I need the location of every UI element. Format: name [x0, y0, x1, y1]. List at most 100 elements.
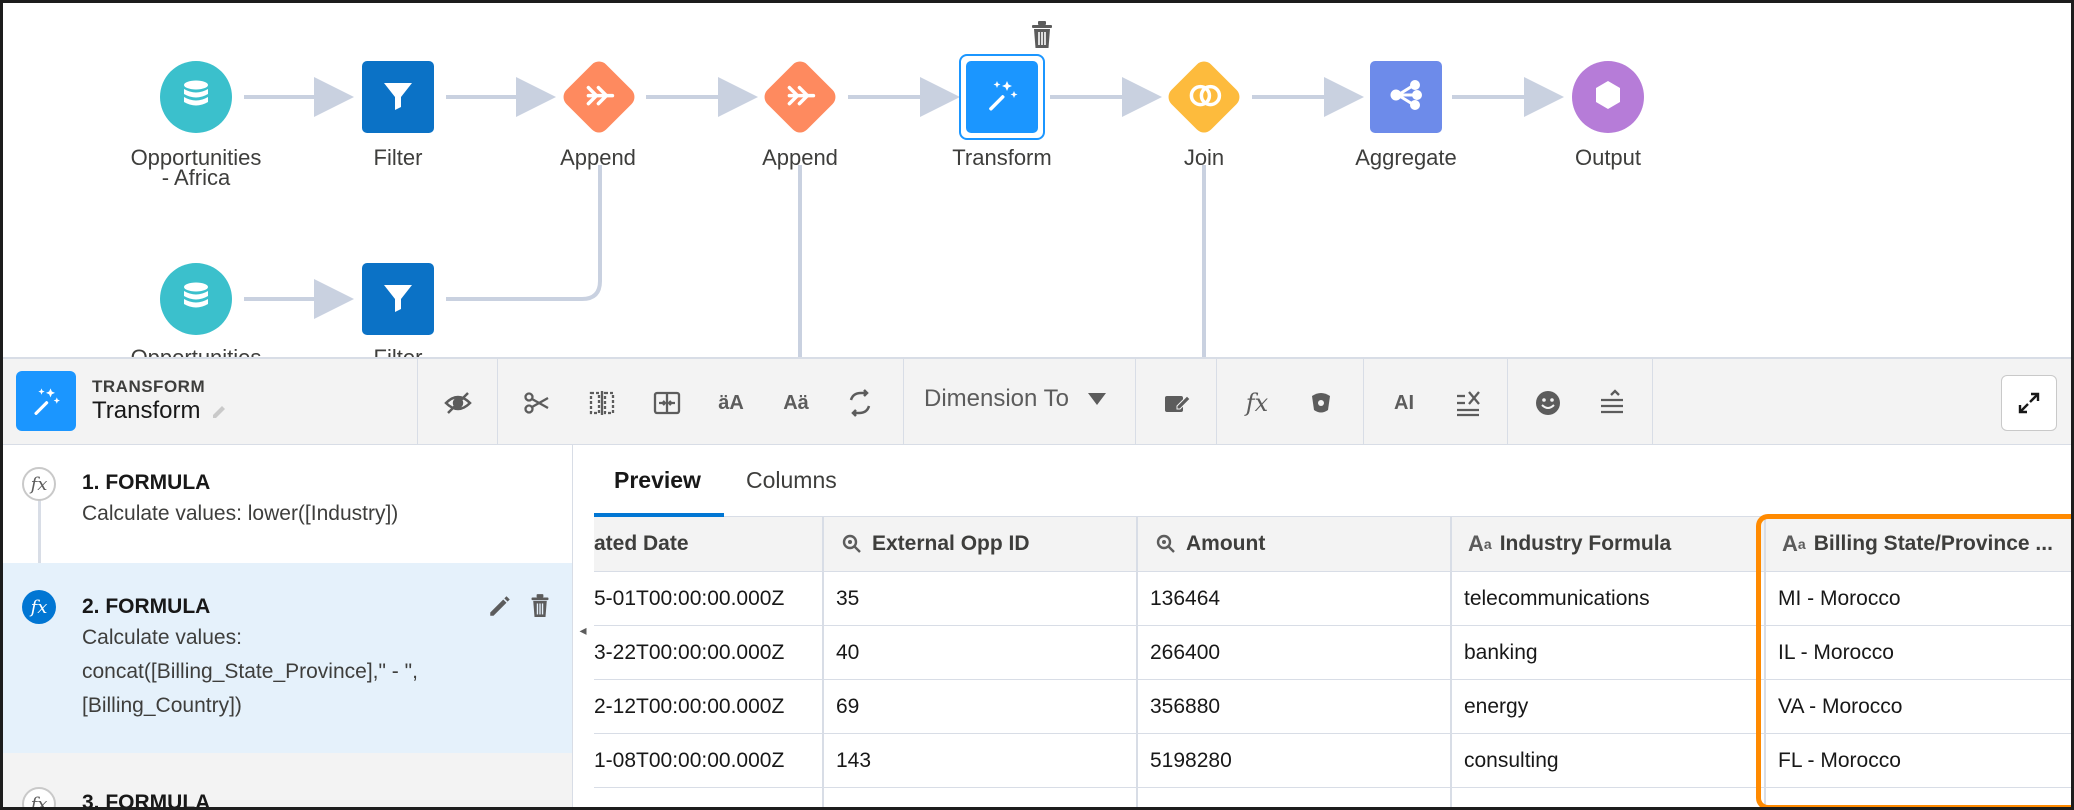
edit-pencil-icon[interactable]	[487, 593, 513, 619]
table-cell[interactable]: 35	[824, 572, 1138, 626]
node-output[interactable]	[1572, 61, 1644, 133]
text-field-icon: Aa	[1782, 531, 1806, 556]
transform-steps-panel: fx 1. FORMULA Calculate values: lower([I…	[0, 445, 573, 810]
text-field-icon: Aa	[1468, 531, 1492, 556]
edit-attributes-icon[interactable]	[1158, 385, 1194, 421]
table-cell[interactable]: consulting	[1452, 734, 1766, 788]
table-cell[interactable]	[1766, 788, 2074, 810]
node-label-output: Output	[1574, 145, 1642, 170]
table-cell[interactable]: energy	[1452, 680, 1766, 734]
tab-columns[interactable]: Columns	[746, 467, 837, 494]
node-label-opportunities-2: Opportunities	[96, 347, 296, 358]
table-cell[interactable]: 5198280	[1138, 734, 1452, 788]
delete-node-trash-icon[interactable]	[1029, 20, 1055, 50]
node-label-append-1: Append	[560, 145, 636, 170]
node-opportunities-2[interactable]	[160, 263, 232, 335]
node-filter-2[interactable]	[362, 263, 434, 335]
node-label-transform: Transform	[952, 145, 1052, 170]
column-header[interactable]: Amount	[1138, 517, 1452, 572]
transform-toolbar: TRANSFORM Transform äA Aä Dimension To f…	[0, 357, 2074, 447]
dimension-to-label: Dimension To	[924, 385, 1069, 412]
database-icon	[176, 75, 216, 120]
table-cell[interactable]: MI - Morocco	[1766, 572, 2074, 626]
formula-fx-icon: fx	[22, 467, 56, 501]
expand-button[interactable]	[2001, 375, 2057, 431]
dimension-to-dropdown[interactable]: Dimension To	[924, 385, 1107, 413]
table-cell[interactable]: 2-12T00:00:00.000Z	[594, 680, 824, 734]
collapse-panel-chevron-left-icon[interactable]: ◂	[573, 615, 593, 645]
expand-icon	[2017, 391, 2041, 415]
column-header-label: External Opp ID	[872, 532, 1030, 555]
table-cell[interactable]: IL - Morocco	[1766, 626, 2074, 680]
column-header[interactable]: External Opp ID	[824, 517, 1138, 572]
tab-preview[interactable]: Preview	[614, 467, 701, 494]
step-formula-1[interactable]: fx 1. FORMULA Calculate values: lower([I…	[0, 445, 572, 563]
step-formula-3[interactable]: fx 3. FORMULA	[0, 753, 572, 810]
table-cell[interactable]: FL - Morocco	[1766, 734, 2074, 788]
table-cell[interactable]: 136464	[1138, 572, 1452, 626]
table-cell[interactable]: 69	[824, 680, 1138, 734]
step-title: 2. FORMULA	[82, 595, 211, 618]
database-icon	[176, 277, 216, 322]
filter-icon	[378, 277, 418, 322]
column-header-label: Billing State/Province ...	[1813, 532, 2053, 555]
step-formula-2[interactable]: fx 2. FORMULA Calculate values: concat([…	[0, 563, 572, 753]
column-header-label: Amount	[1186, 532, 1266, 555]
table-cell[interactable]: banking	[1452, 626, 1766, 680]
node-label-append-2: Append	[762, 145, 838, 170]
table-cell[interactable]: 5-01T00:00:00.000Z	[594, 572, 824, 626]
toolbar-divider	[1652, 359, 1653, 447]
hide-column-eye-slash-icon[interactable]	[440, 385, 476, 421]
column-header[interactable]: ated Date	[594, 517, 824, 572]
column-header[interactable]: Aa Billing State/Province ...	[1766, 517, 2074, 572]
table-cell[interactable]	[824, 788, 1138, 810]
table-cell[interactable]: 3-22T00:00:00.000Z	[594, 626, 824, 680]
node-opportunities-africa[interactable]	[160, 61, 232, 133]
text-case-button[interactable]: AI	[1386, 385, 1422, 421]
table-cell[interactable]: 40	[824, 626, 1138, 680]
table-cell[interactable]: 143	[824, 734, 1138, 788]
extract-icon[interactable]	[649, 385, 685, 421]
node-label-filter-1: Filter	[373, 145, 423, 170]
node-aggregate[interactable]	[1370, 61, 1442, 133]
aggregate-icon	[1386, 75, 1426, 120]
preview-tabs: Preview Columns	[594, 445, 2074, 517]
table-cell[interactable]	[594, 788, 824, 810]
table-cell[interactable]: 356880	[1138, 680, 1452, 734]
lowercase-button[interactable]: äA	[713, 385, 749, 421]
replace-icon[interactable]	[842, 385, 878, 421]
formula-fx-icon: fx	[22, 787, 56, 810]
formula-button[interactable]: fx	[1239, 385, 1275, 421]
delete-trash-icon[interactable]	[529, 593, 551, 619]
column-header[interactable]: Aa Industry Formula	[1452, 517, 1766, 572]
detect-format-icon[interactable]	[1594, 385, 1630, 421]
table-cell[interactable]	[1452, 788, 1766, 810]
node-filter-1[interactable]	[362, 61, 434, 133]
recipe-canvas: Opportunities - Africa Filter Append Appe…	[0, 0, 2074, 357]
sentiment-icon[interactable]	[1530, 385, 1566, 421]
toolbar-divider	[417, 359, 418, 447]
table-cell[interactable]: 1-08T00:00:00.000Z	[594, 734, 824, 788]
table-cell[interactable]: 266400	[1138, 626, 1452, 680]
node-transform[interactable]	[966, 61, 1038, 133]
step-title: 3. FORMULA	[82, 791, 211, 810]
toolbar-header: TRANSFORM Transform	[16, 371, 230, 431]
uppercase-button[interactable]: Aä	[778, 385, 814, 421]
scissors-icon[interactable]	[519, 385, 555, 421]
table-cell[interactable]: VA - Morocco	[1766, 680, 2074, 734]
magic-wand-icon	[982, 75, 1022, 120]
column-header-label: ated Date	[594, 532, 689, 555]
toolbar-divider	[1363, 359, 1364, 447]
measure-icon	[1154, 532, 1178, 556]
toolbar-divider	[903, 359, 904, 447]
node-title: Transform	[92, 397, 201, 424]
table-cell[interactable]: telecommunications	[1452, 572, 1766, 626]
predict-icon[interactable]	[1303, 385, 1339, 421]
pencil-icon[interactable]	[210, 401, 230, 421]
measure-icon	[840, 532, 864, 556]
clear-values-icon[interactable]	[1450, 385, 1486, 421]
table-cell[interactable]	[1138, 788, 1452, 810]
toolbar-divider	[1135, 359, 1136, 447]
split-column-icon[interactable]	[584, 385, 620, 421]
magic-wand-icon	[16, 371, 76, 431]
